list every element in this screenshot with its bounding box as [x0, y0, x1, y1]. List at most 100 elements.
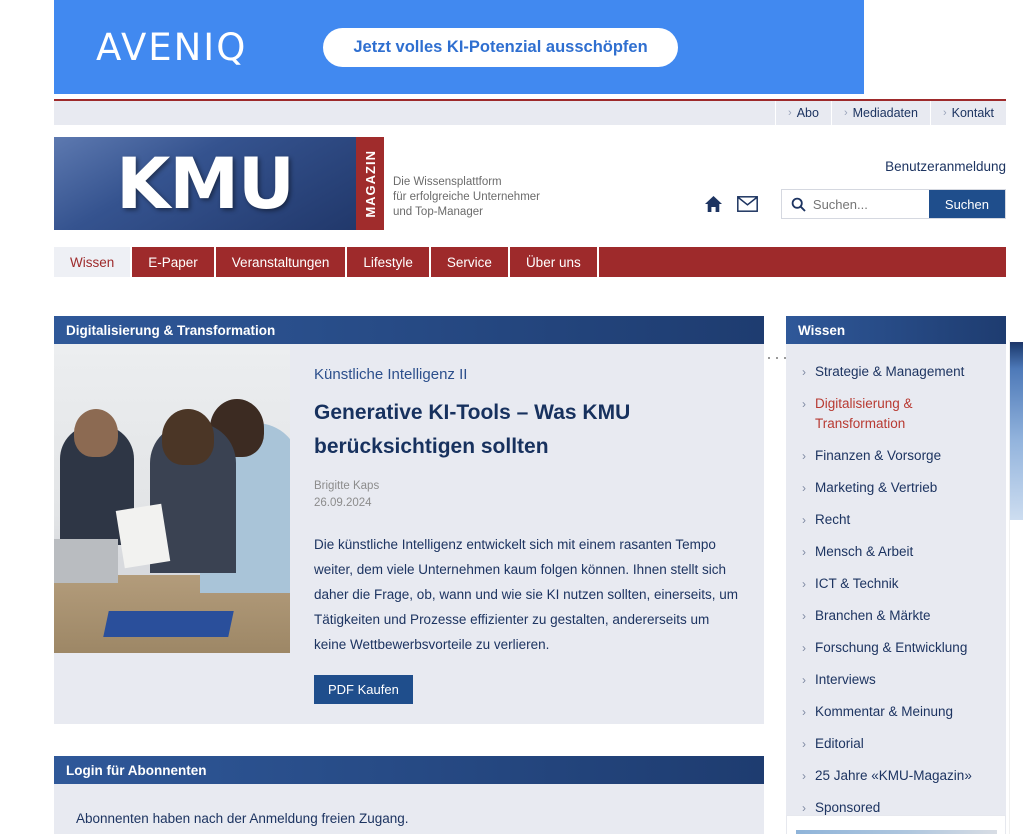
- nav-item-label: E-Paper: [148, 254, 198, 270]
- nav-item-service[interactable]: Service: [431, 247, 510, 277]
- nav-item-label: Lifestyle: [363, 254, 413, 270]
- sidebar-item-label: Strategie & Management: [815, 364, 965, 379]
- sidebar-header: Wissen: [786, 316, 1006, 344]
- sidebar-item-label: Kommentar & Meinung: [815, 704, 954, 719]
- login-panel-header: Login für Abonnenten: [54, 756, 764, 784]
- top-link-label: Kontakt: [951, 106, 994, 120]
- chevron-right-icon: ›: [802, 513, 806, 527]
- chevron-right-icon: ›: [802, 769, 806, 783]
- ad-cta-button[interactable]: Jetzt volles KI-Potenzial ausschöpfen: [323, 27, 678, 67]
- tagline-line-2: für erfolgreiche Unternehmer: [393, 191, 541, 203]
- search-box[interactable]: Suchen: [780, 189, 1006, 219]
- search-icon: [782, 190, 813, 218]
- sidebar-item-interviews[interactable]: › Interviews: [786, 664, 1006, 696]
- main-column: Digitalisierung & Transformation Künstli…: [54, 316, 764, 834]
- article-image: [54, 344, 290, 653]
- top-link-label: Mediadaten: [852, 106, 918, 120]
- nav-item-wissen[interactable]: Wissen: [54, 247, 133, 277]
- sidebar-item-finanzen-vorsorge[interactable]: › Finanzen & Vorsorge: [786, 440, 1006, 472]
- search-submit-button[interactable]: Suchen: [928, 190, 1005, 218]
- nav-item-label: Wissen: [70, 254, 115, 270]
- nav-item-veranstaltungen[interactable]: Veranstaltungen: [216, 247, 348, 277]
- sidebar-secondary-panel: [786, 815, 1006, 834]
- logo-magazin-block: MAGAZIN: [356, 137, 384, 230]
- chevron-right-icon: ›: [802, 397, 806, 411]
- chevron-right-icon: ›: [802, 641, 806, 655]
- article-kicker[interactable]: Künstliche Intelligenz II: [314, 366, 738, 383]
- nav-item-label: Veranstaltungen: [231, 254, 330, 270]
- article-date: 26.09.2024: [314, 497, 372, 509]
- chevron-right-icon: ›: [788, 107, 792, 119]
- nav-item-label: Über uns: [525, 254, 581, 270]
- sidebar-item-label: Mensch & Arbeit: [815, 544, 914, 559]
- home-icon[interactable]: [697, 189, 731, 219]
- nav-item-e-paper[interactable]: E-Paper: [132, 247, 216, 277]
- sidebar: Wissen › Strategie & Management › Digita…: [786, 316, 1006, 834]
- sidebar-item-label: Branchen & Märkte: [815, 608, 931, 623]
- nav-item-label: Service: [446, 254, 492, 270]
- sidebar-item-branchen-maerkte[interactable]: › Branchen & Märkte: [786, 600, 1006, 632]
- sidebar-item-label: Recht: [815, 512, 851, 527]
- sidebar-secondary-panel-bar: [796, 830, 997, 834]
- sidebar-item-mensch-arbeit[interactable]: › Mensch & Arbeit: [786, 536, 1006, 568]
- chevron-right-icon: ›: [802, 481, 806, 495]
- login-text-line-1: Abonnenten haben nach der Anmeldung frei…: [76, 811, 409, 826]
- user-login-link[interactable]: Benutzeranmeldung: [885, 159, 1006, 174]
- top-link-abo[interactable]: › Abo: [775, 101, 831, 125]
- site-logo[interactable]: KMU MAGAZIN: [54, 137, 384, 230]
- sidebar-item-label: ICT & Technik: [815, 576, 899, 591]
- page-root: AVENIQ Jetzt volles KI-Potenzial ausschö…: [0, 0, 1024, 834]
- sidebar-item-marketing-vertrieb[interactable]: › Marketing & Vertrieb: [786, 472, 1006, 504]
- search-input[interactable]: [812, 190, 929, 218]
- sidebar-item-forschung-entwicklung[interactable]: › Forschung & Entwicklung: [786, 632, 1006, 664]
- top-link-label: Abo: [796, 106, 819, 120]
- logo-kmu-text: KMU: [116, 142, 295, 225]
- login-panel-body: Abonnenten haben nach der Anmeldung frei…: [54, 784, 764, 834]
- chevron-right-icon: ›: [802, 449, 806, 463]
- sidebar-item-ict-technik[interactable]: › ICT & Technik: [786, 568, 1006, 600]
- top-link-mediadaten[interactable]: › Mediadaten: [830, 101, 930, 125]
- tagline-line-1: Die Wissensplattform: [393, 176, 502, 188]
- site-tagline: Die Wissensplattform für erfolgreiche Un…: [393, 175, 540, 220]
- chevron-right-icon: ›: [802, 737, 806, 751]
- scrollbar-thumb[interactable]: [1010, 344, 1023, 520]
- chevron-right-icon: ›: [942, 107, 947, 119]
- sidebar-item-editorial[interactable]: › Editorial: [786, 728, 1006, 760]
- top-link-kontakt[interactable]: › Kontakt: [929, 101, 1006, 125]
- sidebar-item-25-jahre-kmu-magazin[interactable]: › 25 Jahre «KMU-Magazin»: [786, 760, 1006, 792]
- nav-item-ueber-uns[interactable]: Über uns: [510, 247, 599, 277]
- sidebar-item-label: Forschung & Entwicklung: [815, 640, 968, 655]
- chevron-right-icon: ›: [843, 107, 848, 119]
- chevron-right-icon: ›: [802, 705, 806, 719]
- article-panel-body: Künstliche Intelligenz II Generative KI-…: [54, 344, 764, 724]
- sidebar-item-strategie-management[interactable]: › Strategie & Management: [786, 356, 1006, 388]
- sidebar-item-label: Editorial: [815, 736, 864, 751]
- sidebar-item-label: 25 Jahre «KMU-Magazin»: [815, 768, 972, 783]
- article-headline[interactable]: Generative KI-Tools – Was KMU berücksich…: [314, 396, 738, 464]
- pdf-kaufen-button[interactable]: PDF Kaufen: [314, 675, 413, 704]
- main-navigation: Wissen E-Paper Veranstaltungen Lifestyle…: [54, 247, 1006, 277]
- article-author: Brigitte Kaps: [314, 480, 380, 492]
- mail-icon[interactable]: [731, 189, 765, 219]
- sidebar-item-kommentar-meinung[interactable]: › Kommentar & Meinung: [786, 696, 1006, 728]
- chevron-right-icon: ›: [802, 609, 806, 623]
- ad-banner[interactable]: AVENIQ Jetzt volles KI-Potenzial ausschö…: [54, 0, 864, 94]
- article-teaser[interactable]: Künstliche Intelligenz II Generative KI-…: [54, 344, 764, 724]
- article-text-block: Künstliche Intelligenz II Generative KI-…: [290, 344, 764, 724]
- top-links-list: › Abo › Mediadaten › Kontakt: [775, 101, 1006, 125]
- chevron-right-icon: ›: [802, 365, 806, 379]
- masthead: KMU MAGAZIN Die Wissensplattform für erf…: [0, 125, 1024, 359]
- sidebar-item-digitalisierung-transformation[interactable]: › Digitalisierung & Transformation: [786, 388, 1006, 440]
- sidebar-item-label: Marketing & Vertrieb: [815, 480, 938, 495]
- nav-item-lifestyle[interactable]: Lifestyle: [347, 247, 431, 277]
- vertical-scrollbar[interactable]: [1009, 340, 1024, 834]
- aveniq-logo: AVENIQ: [96, 25, 248, 69]
- tagline-line-3: und Top-Manager: [393, 206, 483, 218]
- sidebar-item-recht[interactable]: › Recht: [786, 504, 1006, 536]
- chevron-right-icon: ›: [802, 577, 806, 591]
- sidebar-item-label: Interviews: [815, 672, 876, 687]
- article-abstract: Die künstliche Intelligenz entwickelt si…: [314, 537, 738, 652]
- top-utility-bar: › Abo › Mediadaten › Kontakt: [54, 101, 1006, 125]
- header-tools: Suchen: [697, 189, 1006, 219]
- login-panel: Login für Abonnenten Abonnenten haben na…: [54, 756, 764, 834]
